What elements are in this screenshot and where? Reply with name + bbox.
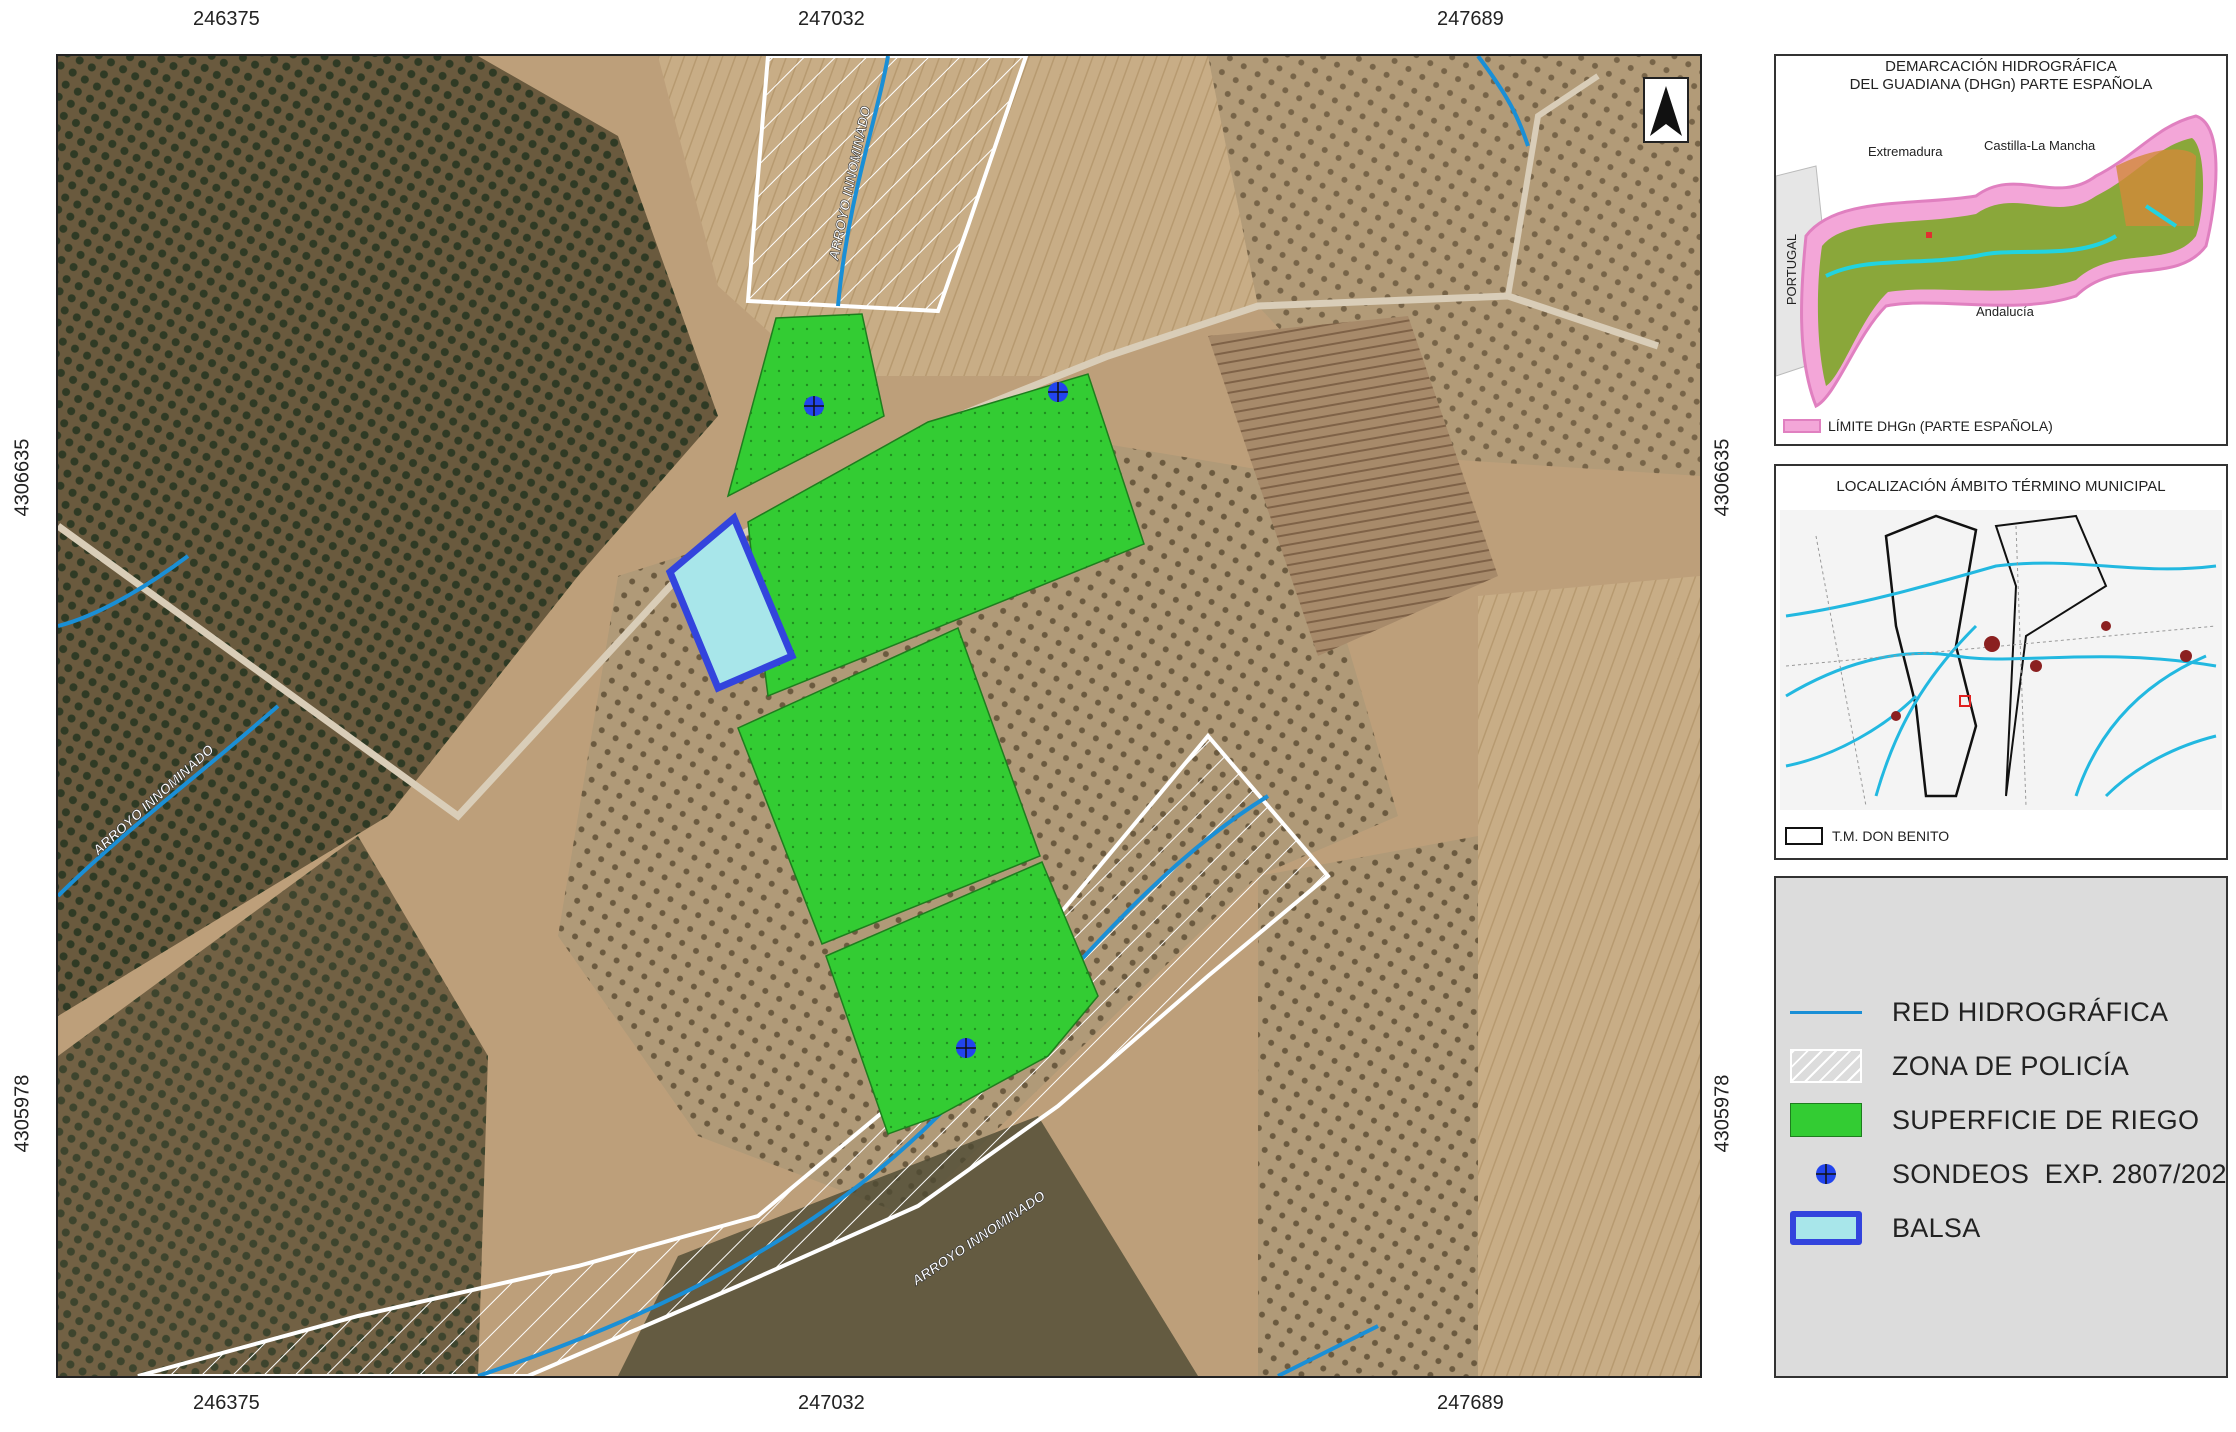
- dhgn-legend-swatch: [1783, 419, 1821, 433]
- region-portugal: PORTUGAL: [1784, 233, 1800, 306]
- x-tick-bottom-1: 246375: [193, 1392, 260, 1414]
- dhgn-legend-label: LÍMITE DHGn (PARTE ESPAÑOLA): [1828, 418, 2053, 434]
- municipal-legend-swatch: [1785, 827, 1823, 845]
- inset-municipal-panel: LOCALIZACIÓN ÁMBITO TÉRMINO MUNICIPAL T.…: [1774, 464, 2228, 860]
- region-andalucia: Andalucía: [1976, 304, 2034, 319]
- legend-item-balsa: BALSA: [1790, 1206, 1981, 1250]
- legend-item-sondeos: SONDEOS EXP. 2807/2025: [1790, 1152, 2228, 1196]
- x-tick-top-2: 247032: [798, 8, 865, 30]
- main-map[interactable]: ARROYO INNOMINADO ARROYO INNOMINADO ARRO…: [56, 54, 1702, 1378]
- y-tick-left-1: 4306635: [11, 438, 34, 517]
- borehole-marker-icon: [1790, 1157, 1862, 1191]
- irrigation-swatch-icon: [1790, 1103, 1862, 1137]
- x-tick-bottom-3: 247689: [1437, 1392, 1504, 1414]
- y-tick-right-1: 4306635: [1711, 438, 1734, 517]
- field-right: [1478, 576, 1700, 1376]
- legend-panel: RED HIDROGRÁFICA ZONA DE POLICÍA SUPERFI…: [1774, 876, 2228, 1378]
- municipal-legend-label: T.M. DON BENITO: [1832, 828, 1950, 844]
- map-canvas: ARROYO INNOMINADO ARROYO INNOMINADO ARRO…: [58, 56, 1700, 1376]
- legend-item-zona-policia: ZONA DE POLICÍA: [1790, 1044, 2129, 1088]
- legend-label-balsa: BALSA: [1892, 1212, 1981, 1243]
- hatch-zone-icon: [1790, 1049, 1862, 1083]
- legend-item-superficie-riego: SUPERFICIE DE RIEGO: [1790, 1098, 2199, 1142]
- river-line-icon: [1790, 995, 1862, 1029]
- legend-label-red-hidrografica: RED HIDROGRÁFICA: [1892, 996, 2169, 1027]
- orchard-bottom-right: [1258, 836, 1478, 1376]
- x-tick-bottom-2: 247032: [798, 1392, 865, 1414]
- y-tick-right-2: 4305978: [1711, 1074, 1734, 1153]
- balsa-swatch-icon: [1790, 1211, 1862, 1245]
- x-tick-top-1: 246375: [193, 8, 260, 30]
- region-castilla: Castilla-La Mancha: [1984, 138, 2096, 153]
- x-tick-top-3: 247689: [1437, 8, 1504, 30]
- y-tick-left-2: 4305978: [11, 1074, 34, 1153]
- region-extremadura: Extremadura: [1868, 144, 1943, 159]
- inset-municipal-map: [1780, 510, 2222, 845]
- north-arrow-icon: [1643, 77, 1689, 143]
- legend-label-zona-policia: ZONA DE POLICÍA: [1892, 1050, 2130, 1081]
- inset-dhgn-panel: DEMARCACIÓN HIDROGRÁFICA DEL GUADIANA (D…: [1774, 54, 2228, 446]
- borehole-marker-icon: [1048, 382, 1068, 402]
- borehole-marker-icon: [804, 396, 824, 416]
- inset-dhgn-map: [1776, 98, 2226, 433]
- borehole-marker-icon: [956, 1038, 976, 1058]
- legend-label-superficie-riego: SUPERFICIE DE RIEGO: [1892, 1104, 2200, 1135]
- legend-label-sondeos: SONDEOS EXP. 2807/2025: [1892, 1158, 2228, 1189]
- legend-item-red-hidrografica: RED HIDROGRÁFICA: [1790, 990, 2168, 1034]
